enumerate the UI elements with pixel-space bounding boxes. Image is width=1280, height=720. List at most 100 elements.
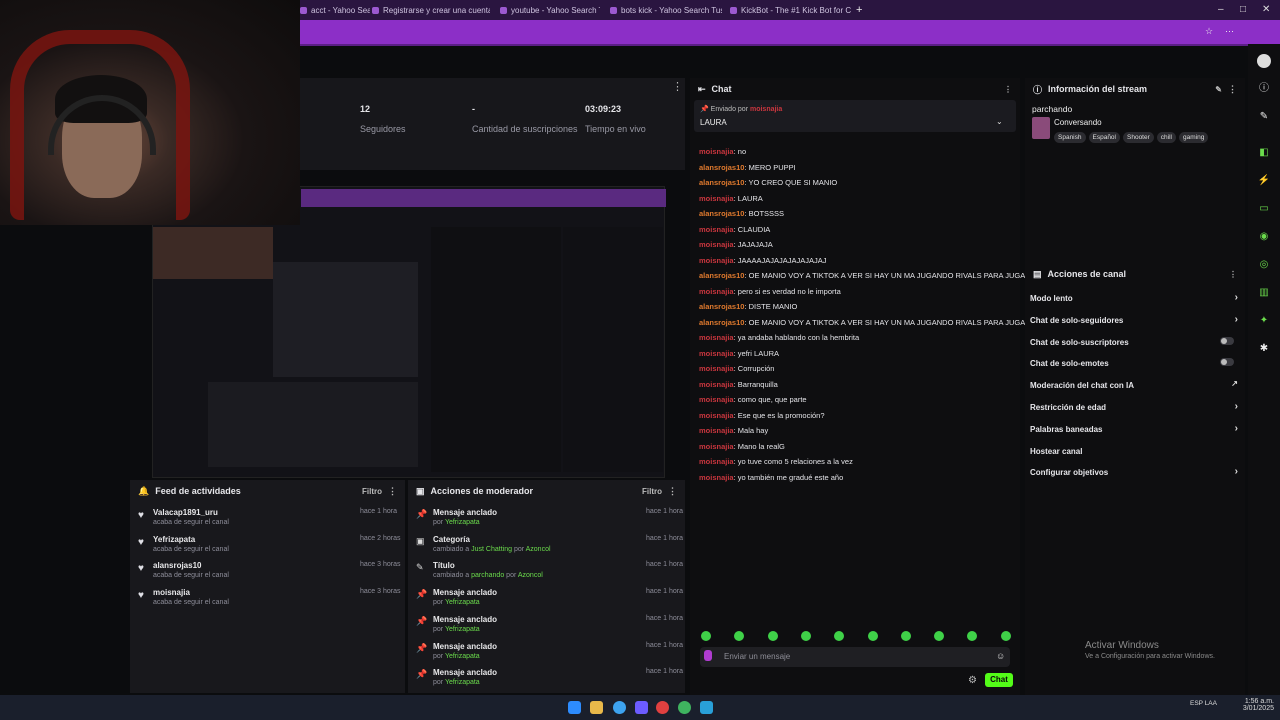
info-icon[interactable]: ⓘ [1257, 82, 1271, 96]
chat-username[interactable]: moisnajia [699, 442, 734, 451]
pencil-icon[interactable]: ✎ [1257, 110, 1271, 124]
channel-action-item[interactable]: Chat de solo-emotes [1030, 358, 1238, 368]
activity-username[interactable]: Yefrizapata [153, 535, 229, 544]
chevron-right-icon[interactable]: › [1235, 401, 1238, 412]
activity-item[interactable]: ♥ alansrojas10 acaba de seguir el canal hac… [138, 561, 400, 579]
telegram-icon[interactable] [700, 701, 713, 714]
avatar[interactable] [1257, 54, 1271, 68]
stream-tag[interactable]: gaming [1178, 132, 1209, 143]
chat-bubble-icon[interactable]: ◉ [1257, 230, 1271, 244]
browser-tab[interactable]: youtube - Yahoo Search Tus re× [500, 2, 600, 18]
collapse-icon[interactable]: ⇤ [698, 84, 706, 95]
chat-username[interactable]: alansrojas10 [699, 271, 744, 280]
broadcast-icon[interactable]: ◎ [1257, 258, 1271, 272]
activity-item[interactable]: ♥ Yefrizapata acaba de seguir el canal hace… [138, 535, 400, 553]
toggle-switch[interactable] [1220, 336, 1234, 345]
browser-tab[interactable]: bots kick - Yahoo Search Tus re× [610, 2, 722, 18]
stream-tag[interactable]: chill [1156, 132, 1176, 143]
send-chat-button[interactable]: Chat [985, 673, 1013, 687]
channel-action-item[interactable]: Chat de solo-suscriptores [1030, 336, 1238, 347]
chat-username[interactable]: moisnajia [699, 457, 734, 466]
emote-icon[interactable] [1000, 631, 1011, 641]
channel-action-item[interactable]: Moderación del chat con IA ↗ [1030, 379, 1238, 390]
maximize-icon[interactable]: □ [1240, 4, 1246, 15]
chevron-right-icon[interactable]: › [1235, 314, 1238, 325]
emote-icon[interactable] [800, 631, 811, 641]
windows-start-icon[interactable] [568, 701, 581, 714]
emote-icon[interactable] [701, 631, 711, 641]
chevron-right-icon[interactable]: › [1235, 292, 1238, 303]
channel-actions-menu-icon[interactable]: ⋮ [1229, 270, 1237, 279]
chat-username[interactable]: moisnajia [699, 426, 734, 435]
mod-action-item[interactable]: 📌 Mensaje anclado por Yefrizapata hace 1 ho… [416, 642, 683, 660]
chevron-down-icon[interactable]: ⌄ [996, 117, 1003, 126]
toggle-switch[interactable] [1220, 358, 1234, 367]
stream-tag[interactable]: Shooter [1123, 132, 1154, 143]
mod-action-item[interactable]: ▣ Categoría cambiado a Just Chatting por A… [416, 535, 683, 553]
browser-icon[interactable] [656, 701, 669, 714]
chat-username[interactable]: moisnajia [699, 395, 734, 404]
channel-action-item[interactable]: Palabras baneadas › [1030, 423, 1238, 434]
activity-username[interactable]: moisnajia [153, 588, 229, 597]
mod-action-value[interactable]: Just Chatting [471, 546, 512, 553]
chat-username[interactable]: alansrojas10 [699, 163, 744, 172]
activity-menu-icon[interactable]: ⋮ [388, 486, 397, 497]
chat-username[interactable]: moisnajia [699, 287, 734, 296]
chat-username[interactable]: moisnajia [699, 147, 734, 156]
puzzle-icon[interactable]: ✱ [1257, 342, 1271, 356]
channel-action-item[interactable]: Modo lento › [1030, 292, 1238, 303]
mod-action-item[interactable]: ✎ Título cambiado a parchando por Azoncol h… [416, 561, 683, 579]
keyboard-language[interactable]: ESP LAA [1190, 700, 1218, 707]
browser-tab[interactable]: Registrarse y crear una cuenta× [372, 2, 490, 18]
mod-action-item[interactable]: 📌 Mensaje anclado por Yefrizapata hace 1 ho… [416, 615, 683, 633]
emote-icon[interactable] [900, 631, 911, 641]
chat-username[interactable]: moisnajia [699, 256, 734, 265]
mod-action-value[interactable]: Yefrizapata [445, 626, 480, 633]
mod-filter-button[interactable]: Filtro [642, 487, 662, 496]
channel-action-item[interactable]: Restricción de edad › [1030, 401, 1238, 412]
emote-icon[interactable] [767, 631, 778, 641]
pinned-message[interactable]: 📌 Enviado por moisnajia LAURA ⌄ [694, 100, 1016, 132]
star-icon[interactable]: ☆ [1205, 26, 1213, 37]
new-tab-button[interactable]: + [856, 2, 862, 18]
system-clock[interactable]: 1:56 a.m. 3/01/2025 [1240, 698, 1274, 712]
chat-username[interactable]: moisnajia [699, 473, 734, 482]
minimize-icon[interactable]: – [1218, 4, 1224, 15]
chevron-right-icon[interactable]: › [1235, 466, 1238, 477]
chat-username[interactable]: moisnajia [699, 333, 734, 342]
mod-action-item[interactable]: 📌 Mensaje anclado por Yefrizapata hace 1 ho… [416, 508, 683, 526]
browser-tab[interactable]: KickBot - The #1 Kick Bot for C× [730, 2, 860, 18]
chat-username[interactable]: alansrojas10 [699, 178, 744, 187]
channel-action-item[interactable]: Configurar objetivos › [1030, 466, 1238, 477]
stream-tag[interactable]: Spanish [1054, 132, 1086, 143]
mod-action-value[interactable]: Yefrizapata [445, 679, 480, 686]
mod-action-item[interactable]: 📌 Mensaje anclado por Yefrizapata hace 1 ho… [416, 588, 683, 606]
channel-action-item[interactable]: Hostear canal [1030, 447, 1238, 456]
activity-filter-button[interactable]: Filtro [362, 487, 382, 496]
mod-action-actor[interactable]: Azoncol [518, 572, 543, 579]
activity-username[interactable]: alansrojas10 [153, 561, 229, 570]
channel-action-item[interactable]: Chat de solo-seguidores › [1030, 314, 1238, 325]
chevron-right-icon[interactable]: › [1235, 423, 1238, 434]
mod-action-actor[interactable]: Azoncol [526, 546, 551, 553]
chat-username[interactable]: moisnajia [699, 364, 734, 373]
mod-action-item[interactable]: 📌 Mensaje anclado por Yefrizapata hace 1 ho… [416, 668, 683, 686]
stream-info-menu-icon[interactable]: ⋮ [1228, 84, 1237, 95]
external-link-icon[interactable]: ↗ [1231, 379, 1238, 388]
chat-username[interactable]: alansrojas10 [699, 318, 744, 327]
emoji-icon[interactable]: ☺ [996, 651, 1005, 661]
mod-action-value[interactable]: Yefrizapata [445, 599, 480, 606]
extensions-icon[interactable]: ⋯ [1225, 26, 1234, 37]
chat-username[interactable]: moisnajia [699, 194, 734, 203]
browser-tab[interactable]: acct - Yahoo Search T× [300, 2, 370, 18]
chat-username[interactable]: moisnajia [699, 380, 734, 389]
chat-username[interactable]: alansrojas10 [699, 209, 744, 218]
chat-username[interactable]: alansrojas10 [699, 302, 744, 311]
activity-item[interactable]: ♥ Valacap1891_uru acaba de seguir el canal… [138, 508, 397, 526]
chat-username[interactable]: moisnajia [699, 225, 734, 234]
mod-action-value[interactable]: Yefrizapata [445, 653, 480, 660]
stream-preview[interactable] [152, 186, 666, 478]
activity-item[interactable]: ♥ moisnajia acaba de seguir el canal hace 3… [138, 588, 400, 606]
mod-action-value[interactable]: parchando [471, 572, 504, 579]
stats-menu-icon[interactable]: ⋮ [672, 80, 683, 93]
